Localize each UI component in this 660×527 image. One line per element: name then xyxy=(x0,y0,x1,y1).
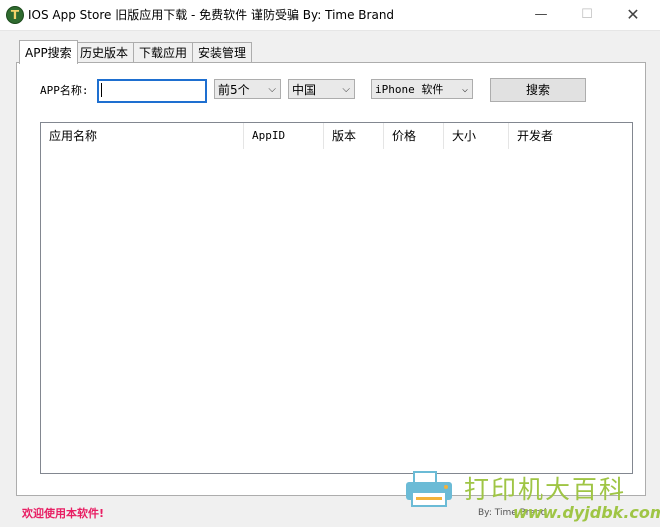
chevron-down-icon: ⌵ xyxy=(268,84,276,95)
column-header-app-name[interactable]: 应用名称 xyxy=(41,123,243,149)
results-table[interactable]: 应用名称 AppID 版本 价格 大小 开发者 xyxy=(40,122,633,474)
result-count-select[interactable]: 前5个 ⌵ xyxy=(214,79,281,99)
device-type-value: iPhone 软件 xyxy=(375,83,444,96)
search-button[interactable]: 搜索 xyxy=(490,78,586,102)
window-title: IOS App Store 旧版应用下载 - 免费软件 谨防受骗 By: Tim… xyxy=(28,8,395,22)
column-header-developer[interactable]: 开发者 xyxy=(508,123,632,149)
country-value: 中国 xyxy=(292,83,317,97)
status-message: 欢迎使用本软件! xyxy=(22,507,105,520)
tab-app-search[interactable]: APP搜索 xyxy=(19,40,78,64)
country-select[interactable]: 中国 ⌵ xyxy=(288,79,355,99)
minimize-button[interactable]: — xyxy=(518,0,564,30)
tab-history-versions[interactable]: 历史版本 xyxy=(74,42,135,63)
result-count-value: 前5个 xyxy=(218,83,250,97)
app-name-label: APP名称: xyxy=(40,84,89,97)
column-header-size[interactable]: 大小 xyxy=(443,123,508,149)
watermark-url: www.dyjdbk.com xyxy=(513,503,660,522)
maximize-button[interactable]: ☐ xyxy=(564,0,610,30)
title-bar: T IOS App Store 旧版应用下载 - 免费软件 谨防受骗 By: T… xyxy=(0,0,660,31)
column-header-version[interactable]: 版本 xyxy=(323,123,383,149)
device-type-select[interactable]: iPhone 软件 ⌵ xyxy=(371,79,473,99)
app-logo-icon: T xyxy=(6,6,24,24)
chevron-down-icon: ⌵ xyxy=(342,84,350,95)
column-header-appid[interactable]: AppID xyxy=(243,123,323,149)
tab-install-manager[interactable]: 安装管理 xyxy=(192,42,253,63)
text-cursor xyxy=(101,83,102,97)
printer-watermark-icon xyxy=(406,471,452,507)
chevron-down-icon: ⌵ xyxy=(461,84,468,95)
close-button[interactable]: ✕ xyxy=(610,0,656,30)
watermark-title: 打印机大百科 xyxy=(464,475,627,504)
column-header-price[interactable]: 价格 xyxy=(383,123,443,149)
app-name-input[interactable] xyxy=(97,79,207,103)
tab-download-app[interactable]: 下载应用 xyxy=(133,42,194,63)
